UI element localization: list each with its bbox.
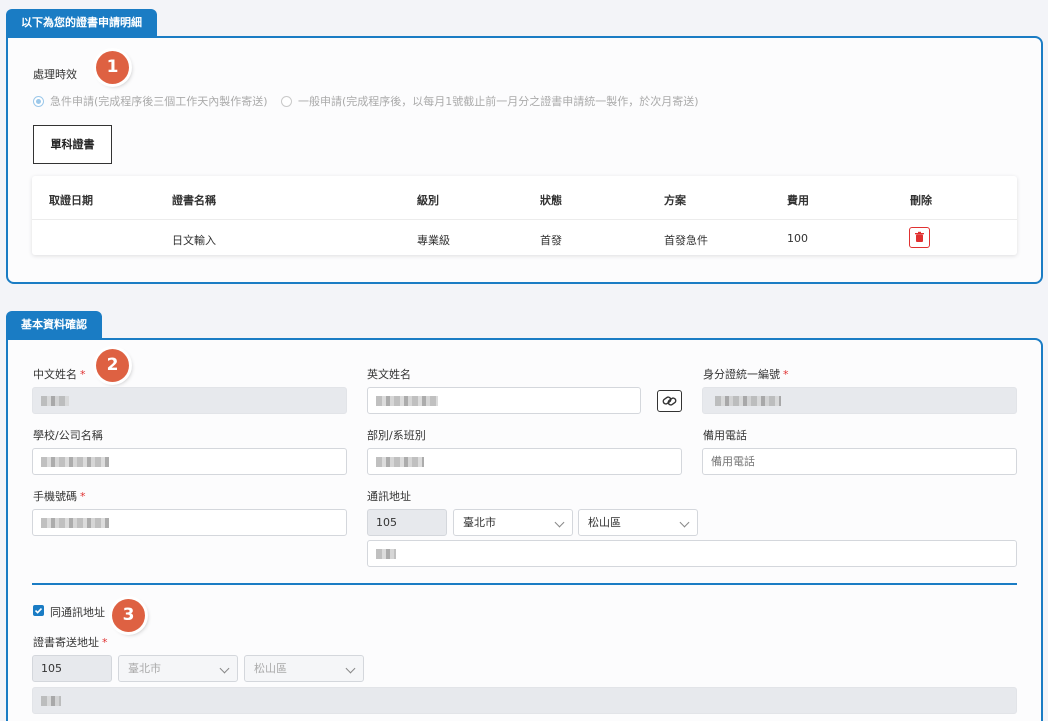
check-icon xyxy=(34,608,43,614)
step-badge-3: 3 xyxy=(112,599,145,632)
cert-zip-code-input[interactable]: 105 xyxy=(32,655,112,682)
link-button[interactable] xyxy=(657,390,682,412)
section-tab-basic-info: 基本資料確認 xyxy=(6,311,102,338)
cert-street-address-input[interactable] xyxy=(32,687,1017,714)
delete-row-button[interactable] xyxy=(909,227,930,248)
single-cert-button[interactable]: 單科證書 xyxy=(33,125,112,164)
cert-city-select[interactable]: 臺北市 xyxy=(118,655,238,682)
mobile-input[interactable] xyxy=(32,509,347,536)
trash-icon xyxy=(915,231,924,242)
cell-level: 專業級 xyxy=(417,234,450,247)
step-badge-1: 1 xyxy=(96,51,129,84)
radio-normal-option[interactable]: 一般申請(完成程序後，以每月1號截止前一月分之證書申請統一製作，於次月寄送) xyxy=(281,93,699,109)
chevron-down-icon xyxy=(679,517,690,528)
cell-cert-name: 日文輸入 xyxy=(172,234,216,247)
district-select[interactable]: 松山區 xyxy=(578,509,698,536)
chevron-down-icon xyxy=(219,663,230,674)
backup-phone-label: 備用電話 xyxy=(703,429,747,442)
redacted-value xyxy=(376,457,424,467)
address-label: 通訊地址 xyxy=(367,490,411,503)
step-badge-2: 2 xyxy=(96,349,129,382)
chinese-name-label: 中文姓名 * xyxy=(33,368,86,381)
redacted-value xyxy=(376,549,396,559)
processing-time-label: 處理時效 xyxy=(33,68,77,81)
radio-urgent-icon[interactable] xyxy=(33,95,44,107)
english-name-label: 英文姓名 xyxy=(367,368,411,381)
zip-code-input[interactable]: 105 xyxy=(367,509,447,536)
city-select[interactable]: 臺北市 xyxy=(453,509,573,536)
chevron-down-icon xyxy=(345,663,356,674)
radio-normal-label: 一般申請(完成程序後，以每月1號截止前一月分之證書申請統一製作，於次月寄送) xyxy=(298,95,699,108)
id-number-input[interactable] xyxy=(702,387,1017,414)
redacted-value xyxy=(715,396,781,406)
redacted-value xyxy=(41,457,109,467)
table-header-divider xyxy=(32,219,1017,220)
cell-status: 首發 xyxy=(540,234,562,247)
department-label: 部別/系班別 xyxy=(367,429,426,442)
col-header-cert-name: 證書名稱 xyxy=(172,194,216,207)
id-number-label: 身分證統一編號 * xyxy=(703,368,789,381)
same-address-label[interactable]: 同通訊地址 xyxy=(50,604,105,620)
chevron-down-icon xyxy=(554,517,565,528)
cert-city-select-value: 臺北市 xyxy=(128,662,161,675)
certificate-table: 取證日期 證書名稱 級別 狀態 方案 費用 刪除 日文輸入 專業級 首發 首發急… xyxy=(32,176,1017,255)
cell-plan: 首發急件 xyxy=(664,234,708,247)
radio-urgent-label: 急件申請(完成程序後三個工作天內製作寄送) xyxy=(50,95,268,108)
cert-mailing-address-label: 證書寄送地址 * xyxy=(33,636,108,649)
school-company-label: 學校/公司名稱 xyxy=(33,429,103,442)
section-tab-application-details: 以下為您的證書申請明細 xyxy=(6,9,157,36)
mobile-label: 手機號碼 * xyxy=(33,490,86,503)
redacted-value xyxy=(376,396,438,406)
section-divider xyxy=(32,583,1017,585)
cell-fee: 100 xyxy=(787,232,808,245)
cert-district-select-value: 松山區 xyxy=(254,662,287,675)
department-input[interactable] xyxy=(367,448,682,475)
same-address-checkbox[interactable] xyxy=(33,605,44,616)
col-header-date: 取證日期 xyxy=(49,194,93,207)
backup-phone-input[interactable] xyxy=(702,448,1017,475)
district-select-value: 松山區 xyxy=(588,516,621,529)
city-select-value: 臺北市 xyxy=(463,516,496,529)
col-header-status: 狀態 xyxy=(540,194,562,207)
chinese-name-input[interactable] xyxy=(32,387,347,414)
col-header-plan: 方案 xyxy=(664,194,686,207)
redacted-value xyxy=(41,696,61,706)
redacted-value xyxy=(41,518,109,528)
redacted-value xyxy=(41,396,69,406)
col-header-level: 級別 xyxy=(417,194,439,207)
school-company-input[interactable] xyxy=(32,448,347,475)
english-name-input[interactable] xyxy=(367,387,641,414)
col-header-fee: 費用 xyxy=(787,194,809,207)
col-header-delete: 刪除 xyxy=(910,194,932,207)
cert-district-select[interactable]: 松山區 xyxy=(244,655,364,682)
link-icon xyxy=(662,396,677,406)
radio-normal-icon[interactable] xyxy=(281,95,292,107)
street-address-input[interactable] xyxy=(367,540,1017,567)
radio-urgent-option[interactable]: 急件申請(完成程序後三個工作天內製作寄送) xyxy=(33,93,268,109)
